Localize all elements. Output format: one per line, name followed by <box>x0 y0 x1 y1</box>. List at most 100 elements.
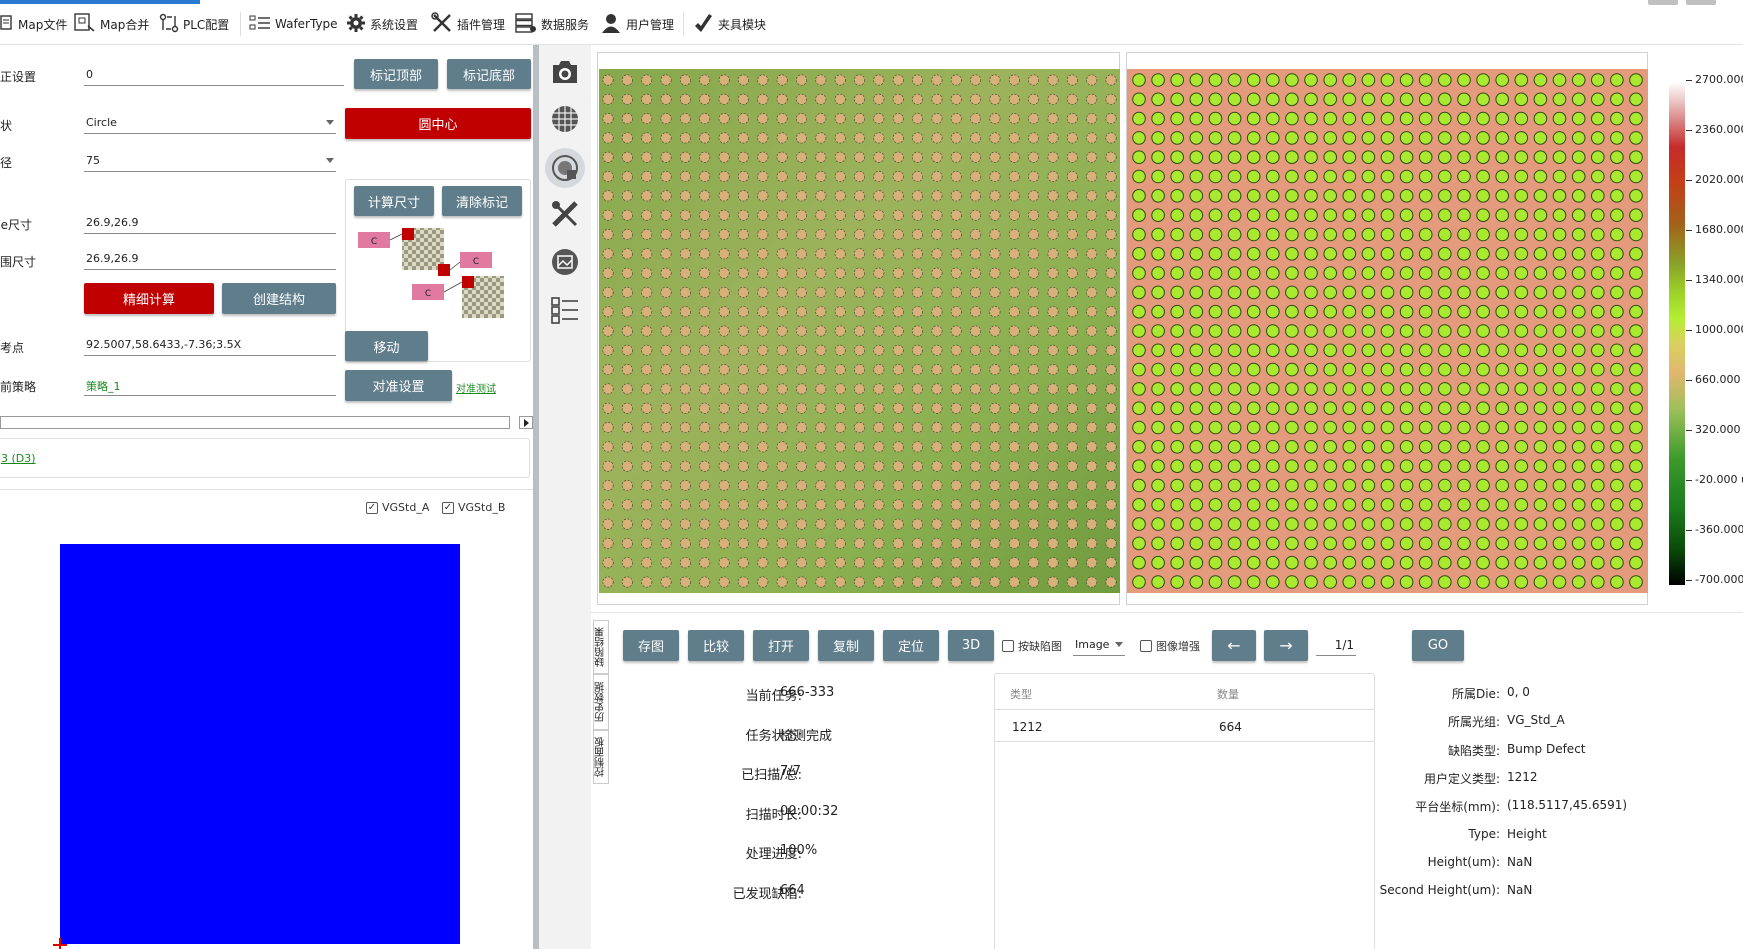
chevron-down-icon <box>326 120 334 125</box>
map-file-icon <box>0 14 14 34</box>
toolbar-map-merge[interactable]: Map合并 <box>74 10 149 38</box>
colorbar-tick <box>1686 280 1692 281</box>
task-info-value: 00:00:32 <box>780 804 839 819</box>
shape-combobox[interactable]: Circle <box>84 112 336 134</box>
toolbar-fixture-module[interactable]: 夹具模块 <box>692 10 766 38</box>
defect-info-label: Height(um): <box>1427 855 1500 869</box>
toolbar-user-management[interactable]: 用户管理 <box>600 10 674 38</box>
tab-history-data[interactable]: 历史数据 <box>593 674 609 730</box>
tools-cross-icon[interactable] <box>548 197 582 231</box>
calc-size-button[interactable]: 计算尺寸 <box>354 186 434 216</box>
layer-link[interactable]: 3 (D3) <box>1 452 36 465</box>
toolbar-label: 系统设置 <box>370 17 419 32</box>
toolbar-system-settings[interactable]: 系统设置 <box>346 10 418 38</box>
column-header-count[interactable]: 数量 <box>1217 686 1239 702</box>
fine-calc-button[interactable]: 精细计算 <box>84 283 214 314</box>
optical-wafer-image[interactable] <box>599 69 1120 593</box>
align-test-link[interactable]: 对准测试 <box>456 380 496 395</box>
shape-value: Circle <box>86 116 117 129</box>
app-window: Map文件 Map合并 PLC配置 WaferType 系统设置 插件管理 数据… <box>0 0 1743 949</box>
toolbar-label: WaferType <box>275 17 338 31</box>
clear-marks-button[interactable]: 清除标记 <box>442 186 522 216</box>
image-combobox[interactable]: Image <box>1073 634 1125 656</box>
diagram-c-label: C <box>473 257 479 267</box>
tab-defect-results[interactable]: 缺陷结果 <box>593 620 609 674</box>
data-service-icon <box>515 12 537 36</box>
defect-info-value: Height <box>1507 827 1547 841</box>
die-size-input[interactable]: 26.9,26.9 <box>84 212 336 234</box>
defect-info-label: 缺陷类型: <box>1447 744 1500 758</box>
vgstd-a-checkbox[interactable]: ✓ VGStd_A <box>366 501 429 514</box>
column-header-type[interactable]: 类型 <box>1010 686 1032 702</box>
toolbar-label: Map合并 <box>100 17 150 32</box>
save-image-button[interactable]: 存图 <box>623 630 679 661</box>
vgstd-b-checkbox[interactable]: ✓ VGStd_B <box>442 501 505 514</box>
colorbar-tick <box>1686 480 1692 481</box>
circle-center-button[interactable]: 圆中心 <box>345 108 531 139</box>
mark-top-button[interactable]: 标记顶部 <box>354 59 438 89</box>
blue-preview-canvas[interactable] <box>60 544 460 944</box>
mark-bottom-button[interactable]: 标记底部 <box>447 59 531 89</box>
bottom-divider <box>591 612 1743 613</box>
radius-value: 75 <box>86 154 100 167</box>
previous-button[interactable]: ← <box>1212 630 1256 661</box>
camera-icon[interactable] <box>548 55 582 89</box>
page-indicator[interactable]: 1/1 <box>1316 634 1356 656</box>
locate-button[interactable]: 定位 <box>883 630 939 661</box>
height-wafer-image[interactable] <box>1127 69 1648 593</box>
toolbar-map-file[interactable]: Map文件 <box>0 10 67 38</box>
checklist-icon[interactable] <box>548 293 582 327</box>
3d-button[interactable]: 3D <box>948 630 994 661</box>
align-settings-button[interactable]: 对准设置 <box>345 370 452 401</box>
die-size-label: Die尺寸 <box>0 218 32 232</box>
outer-size-input[interactable]: 26.9,26.9 <box>84 248 336 270</box>
colorbar-label: -700.000 um <box>1695 573 1743 586</box>
go-button[interactable]: GO <box>1412 630 1464 661</box>
image-combo-value: Image <box>1075 638 1110 651</box>
defect-info-label: Second Height(um): <box>1379 883 1500 897</box>
table-cell-count: 664 <box>1219 720 1242 734</box>
tab-control-panel[interactable]: 控制面板 <box>593 730 609 784</box>
create-structure-button[interactable]: 创建结构 <box>222 283 336 314</box>
colorbar-label: 320.000 um <box>1695 423 1743 436</box>
diagram-c-label: C <box>425 289 431 299</box>
wafer-grid-icon[interactable] <box>548 102 582 136</box>
colorbar-label: 2360.000 um <box>1695 123 1743 136</box>
maximize-button[interactable] <box>1686 0 1716 5</box>
next-button[interactable]: → <box>1264 630 1308 661</box>
reference-point-input[interactable]: 92.5007,58.6433,-7.36;3.5X <box>84 334 336 356</box>
image-view-icon[interactable] <box>548 245 582 279</box>
image-enhance-checkbox[interactable]: 图像增强 <box>1140 638 1200 654</box>
radius-combobox[interactable]: 75 <box>84 150 336 172</box>
toolbar-plc-config[interactable]: PLC配置 <box>159 10 229 38</box>
wafer-map-icon[interactable] <box>545 148 585 188</box>
table-row[interactable]: 1212 664 <box>995 710 1374 742</box>
colorbar-label: 2020.000 um <box>1695 173 1743 186</box>
toolbar-plugin-management[interactable]: 插件管理 <box>431 10 505 38</box>
reference-point-label: 参考点 <box>0 341 25 355</box>
defect-map-label: 按缺陷图 <box>1018 640 1062 653</box>
move-button[interactable]: 移动 <box>345 331 428 361</box>
outer-size-label: 外围尺寸 <box>0 255 37 269</box>
current-strategy-input[interactable]: 策略_1 <box>84 374 336 396</box>
minimize-button[interactable] <box>1648 0 1678 5</box>
toolbar-separator <box>683 12 684 36</box>
plc-config-icon <box>159 13 179 36</box>
checkbox-square <box>1140 640 1152 652</box>
defect-map-checkbox[interactable]: 按缺陷图 <box>1002 638 1062 654</box>
open-button[interactable]: 打开 <box>753 630 809 661</box>
scroll-right-button[interactable] <box>519 416 533 429</box>
toolbar-wafer-type[interactable]: WaferType <box>249 10 338 38</box>
image-enhance-label: 图像增强 <box>1156 640 1200 653</box>
correction-input[interactable]: 0 <box>84 64 344 86</box>
task-info-value: 664 <box>780 883 805 898</box>
toolbar-data-service[interactable]: 数据服务 <box>515 10 589 38</box>
compare-button[interactable]: 比较 <box>688 630 744 661</box>
copy-button[interactable]: 复制 <box>818 630 874 661</box>
toolbar-label: PLC配置 <box>183 17 230 32</box>
colorbar-tick <box>1686 80 1692 81</box>
scroll-right-icon <box>523 418 529 427</box>
active-tab-indicator <box>0 0 200 4</box>
colorbar-label: -360.000 um <box>1695 523 1743 536</box>
horizontal-scrollbar[interactable] <box>0 416 510 429</box>
